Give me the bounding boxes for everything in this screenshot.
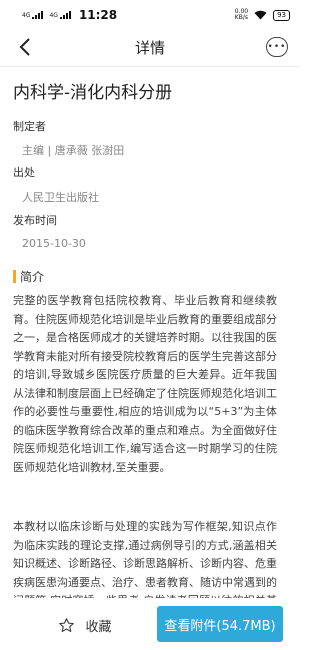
status-bar: 4G 4G 11:28 0.00 KB/s 93 [0, 0, 300, 30]
author-value: 主编 | 唐承薇 张澍田 [22, 144, 125, 157]
back-arrow-icon[interactable] [14, 35, 38, 59]
status-time: 11:28 [78, 8, 118, 22]
publisher-label: 出处 [13, 166, 35, 179]
intro-heading: 简介 [20, 270, 45, 284]
page-title: 详情 [134, 38, 165, 57]
document-title: 内科学-消化内科分册 [13, 83, 173, 103]
top-nav-bar: 详情 ••• [0, 30, 300, 64]
signal-indicator-1: 4G [22, 11, 44, 19]
author-label: 制定者 [13, 120, 46, 133]
bottom-action-bar: 收藏 查看附件(54.7MB) [0, 598, 300, 650]
publisher-value: 人民卫生出版社 [22, 191, 99, 204]
battery-icon: 93 [273, 9, 290, 21]
signal-bars-icon [59, 11, 71, 19]
signal-label-1: 4G [22, 12, 31, 19]
signal-label-2: 4G [49, 12, 58, 19]
favorite-button[interactable]: 收藏 [30, 608, 140, 642]
network-speed: 0.00 KB/s [235, 9, 248, 21]
signal-bars-icon [32, 11, 44, 19]
view-attachment-button[interactable]: 查看附件(54.7MB) [157, 606, 283, 642]
more-options-button[interactable]: ••• [266, 37, 288, 57]
intro-paragraph-2: 本教材以临床诊断与处理的实践为写作框架,知识点作为临床实践的理论支撑,通过病例导… [13, 520, 277, 601]
intro-paragraph-1: 完整的医学教育包括院校教育、毕业后教育和继续教育。住院医师规范化培训是毕业后教育… [13, 294, 277, 474]
wifi-icon [254, 10, 267, 20]
date-label: 发布时间 [13, 214, 57, 227]
network-speed-unit: KB/s [234, 14, 248, 21]
star-icon [59, 617, 75, 632]
signal-indicator-2: 4G [49, 11, 71, 19]
favorite-label: 收藏 [85, 619, 112, 635]
date-value: 2015-10-30 [22, 237, 86, 250]
section-marker [13, 270, 16, 283]
detail-content[interactable]: 内科学-消化内科分册 制定者 主编 | 唐承薇 张澍田 出处 人民卫生出版社 发… [0, 66, 300, 601]
